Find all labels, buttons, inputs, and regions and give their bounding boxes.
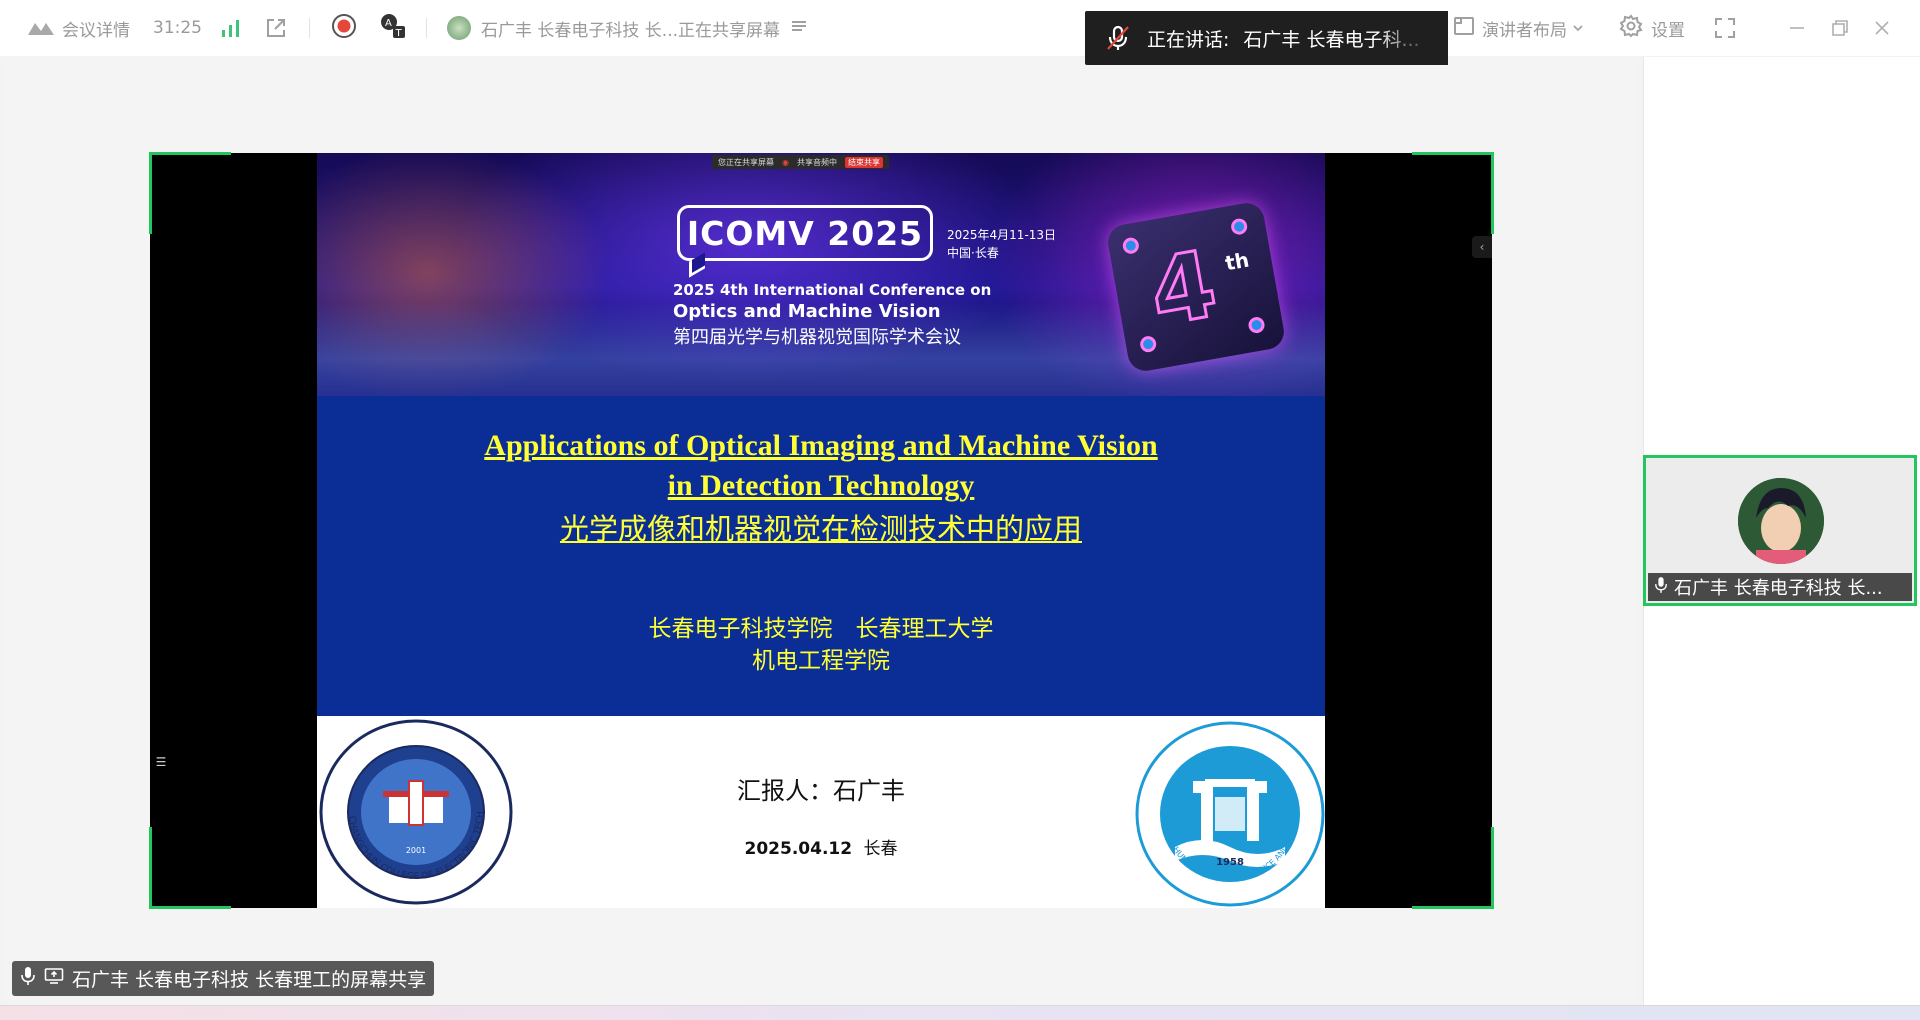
layout-icon	[1452, 14, 1476, 43]
sharer-info[interactable]: 石广丰 长春电子科技 长...正在共享屏幕	[447, 14, 808, 42]
share-frame-corner	[1412, 827, 1494, 909]
svg-text:T: T	[395, 28, 403, 39]
svg-text:A: A	[385, 18, 392, 29]
presentation-slide: 您正在共享屏幕 ◉ 共享音频中 结束共享 ICOMV 2025 2025年4月1…	[317, 153, 1325, 908]
badge-pin	[1138, 334, 1158, 354]
conference-name-en-line1: 2025 4th International Conference on	[673, 281, 992, 299]
gear-icon	[1619, 13, 1643, 43]
participant-name: 石广丰 长春电子科技 长...	[1674, 578, 1883, 599]
menu-lines-icon	[790, 17, 808, 40]
presentation-date: 2025.04.12 长春	[317, 834, 1325, 859]
participant-name-label: 石广丰 长春电子科技 长...	[1648, 573, 1912, 601]
conference-name-en: 2025 4th International Conference on Opt…	[673, 279, 991, 323]
meeting-logo-icon	[26, 18, 56, 38]
mic-icon	[20, 966, 36, 991]
badge-pin	[1247, 315, 1266, 335]
sharer-avatar	[447, 16, 471, 40]
participant-avatar	[1738, 478, 1824, 564]
slide-title-cn: 光学成像和机器视觉在检测技术中的应用	[559, 512, 1082, 546]
speaking-label: 正在讲话:	[1147, 28, 1230, 51]
slide-title-en-1: Applications of Optical Imaging and Mach…	[484, 429, 1158, 462]
institution-line-2: 机电工程学院	[752, 648, 890, 674]
conference-name-en-line2: Optics and Machine Vision	[673, 301, 941, 322]
badge-number: 4	[1141, 229, 1226, 348]
badge-pin	[1121, 236, 1141, 255]
meeting-details-button[interactable]: 会议详情	[26, 14, 130, 42]
participant-tile[interactable]: 石广丰 长春电子科技 长...	[1643, 455, 1917, 606]
conference-dates: 2025年4月11-13日 中国·长春	[947, 226, 1056, 262]
badge-suffix: th	[1223, 247, 1251, 276]
network-signal-icon[interactable]	[220, 14, 242, 42]
university-seal-right: 1958 CHANGCHUN UNIVERSITY OF SCIENCE AND…	[1132, 714, 1325, 907]
share-audio: 共享音频中	[796, 157, 837, 167]
share-caption-text: 石广丰 长春电子科技 长春理工的屏幕共享	[72, 969, 427, 991]
layout-label: 演讲者布局	[1482, 20, 1567, 41]
share-frame-corner	[149, 827, 231, 909]
college-seal-left: 2001 CHANGCHUN COLLEGE OF ELECTRONIC TEC…	[317, 712, 513, 905]
speaking-fade	[1378, 11, 1448, 65]
share-frame-corner	[1412, 152, 1494, 234]
restore-icon[interactable]	[1831, 14, 1849, 42]
sharer-status-text: 石广丰 长春电子科技 长...正在共享屏幕	[481, 20, 781, 41]
meeting-timer: 31:25	[153, 18, 202, 38]
end-share-button: 结束共享	[844, 156, 883, 168]
chevron-down-icon	[1573, 18, 1583, 38]
conference-banner: 您正在共享屏幕 ◉ 共享音频中 结束共享 ICOMV 2025 2025年4月1…	[317, 153, 1325, 396]
taskbar-strip	[0, 1005, 1920, 1020]
slide-title-section: Applications of Optical Imaging and Mach…	[317, 396, 1325, 716]
fourth-edition-badge: 4 th	[1105, 200, 1287, 374]
share-frame-corner	[149, 152, 231, 234]
settings-label: 设置	[1651, 20, 1685, 41]
close-icon[interactable]	[1873, 14, 1891, 42]
meeting-details-label: 会议详情	[62, 20, 130, 41]
mic-icon	[1654, 576, 1668, 599]
share-status: 您正在共享屏幕	[718, 157, 774, 167]
badge-pin	[1229, 217, 1249, 236]
fullscreen-icon[interactable]	[1713, 14, 1737, 42]
record-icon	[331, 13, 357, 44]
collapse-panel-chevron-icon[interactable]: ‹	[1472, 236, 1492, 258]
mic-off-icon	[1103, 23, 1133, 53]
presentation-date-value: 2025.04.12	[744, 839, 853, 859]
conference-logo: ICOMV 2025	[677, 205, 933, 261]
conference-name-cn: 第四届光学与机器视觉国际学术会议	[673, 327, 961, 348]
participant-panel: 石广丰 长春电子科技 长...	[1643, 57, 1920, 1005]
institution-line-1: 长春电子科技学院 长春理工大学	[648, 616, 994, 642]
toolbar-divider	[309, 18, 310, 38]
open-external-icon[interactable]	[264, 14, 288, 42]
conference-place: 中国·长春	[947, 246, 999, 260]
presentation-city: 长春	[863, 839, 898, 859]
translate-icon: AT	[379, 12, 407, 45]
translation-button[interactable]: AT	[379, 12, 407, 45]
screen-share-icon	[44, 967, 64, 990]
presenter-name: 汇报人：石广丰	[737, 777, 905, 805]
toolbar-divider	[426, 18, 427, 38]
record-dot-icon: ◉	[782, 157, 789, 167]
slide-title-en-2: in Detection Technology	[667, 469, 975, 502]
minimize-icon[interactable]	[1788, 14, 1806, 42]
settings-button[interactable]: 设置	[1619, 13, 1685, 43]
share-control-bar: 您正在共享屏幕 ◉ 共享音频中 结束共享	[712, 155, 889, 169]
layout-button[interactable]: 演讲者布局	[1452, 14, 1583, 42]
conference-date: 2025年4月11-13日	[947, 228, 1057, 242]
list-toggle-icon[interactable]: ☰	[152, 753, 170, 771]
share-caption: 石广丰 长春电子科技 长春理工的屏幕共享	[12, 961, 435, 996]
speaking-indicator: 正在讲话: 石广丰 长春电子科...	[1085, 11, 1448, 65]
record-button[interactable]	[331, 13, 357, 44]
top-bar: 会议详情 31:25 AT 石广丰 长春电子科技 长...正在共享屏幕 演讲者布…	[0, 0, 1920, 56]
